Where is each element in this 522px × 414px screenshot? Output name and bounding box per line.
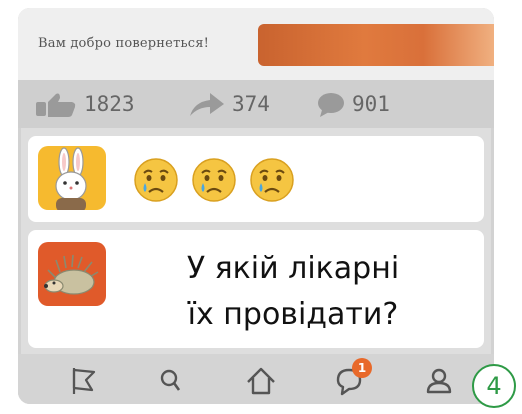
- bottom-nav: 1: [18, 354, 494, 404]
- profile-icon: [426, 368, 452, 394]
- comments-count: 901: [352, 92, 390, 116]
- likes-stat[interactable]: 1823: [34, 90, 135, 118]
- header-banner: [258, 24, 494, 66]
- crying-face-emoji-icon: [134, 158, 178, 202]
- messages-nav-button[interactable]: 1: [332, 358, 372, 398]
- stats-bar: 1823 374 901: [18, 80, 494, 128]
- comment-card-rabbit: [28, 136, 484, 222]
- step-number-badge: 4: [472, 364, 516, 408]
- phone-frame: Вам добро повернеться! 1823 374 901 У як…: [18, 8, 494, 404]
- rabbit-icon: [55, 147, 87, 210]
- home-nav-button[interactable]: [244, 364, 278, 398]
- header: Вам добро повернеться!: [18, 8, 494, 80]
- shares-stat[interactable]: 374: [186, 90, 270, 118]
- crying-face-emoji-icon: [192, 158, 236, 202]
- profile-nav-button[interactable]: [422, 364, 456, 398]
- message-line-1: У якій лікарні: [186, 251, 400, 286]
- comments-stat[interactable]: 901: [316, 90, 390, 118]
- messages-badge: 1: [352, 358, 372, 378]
- likes-count: 1823: [84, 92, 135, 116]
- search-nav-button[interactable]: [154, 364, 188, 398]
- thumbs-up-icon: [36, 93, 76, 117]
- crying-face-emoji-icon: [250, 158, 294, 202]
- rabbit-avatar: [38, 146, 106, 210]
- hedgehog-avatar: [38, 242, 106, 306]
- search-icon: [160, 369, 181, 391]
- home-icon: [247, 367, 275, 395]
- message-text: У якій лікарні їх провідати?: [128, 246, 458, 338]
- hedgehog-icon: [44, 254, 99, 295]
- flag-nav-button[interactable]: [66, 364, 100, 398]
- reaction-row: [132, 156, 296, 204]
- greeting-text: Вам добро повернеться!: [38, 36, 210, 51]
- shares-count: 374: [232, 92, 270, 116]
- message-line-2: їх провідати?: [187, 297, 399, 332]
- share-arrow-icon: [190, 93, 224, 116]
- flag-icon: [72, 368, 96, 394]
- comment-bubble-icon: [318, 93, 344, 117]
- comment-card-hedgehog: У якій лікарні їх провідати?: [28, 230, 484, 348]
